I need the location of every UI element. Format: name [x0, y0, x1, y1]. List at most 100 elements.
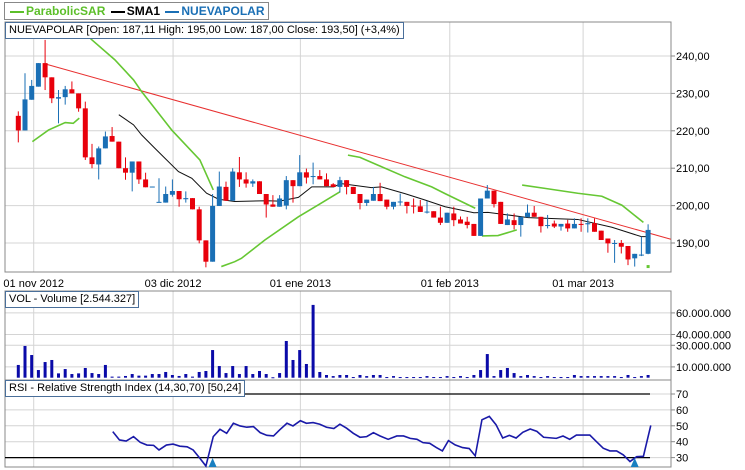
candle-body [290, 180, 296, 187]
volume-bar [70, 374, 74, 378]
volume-bar [36, 370, 40, 378]
candle [123, 157, 128, 180]
volume-bar [539, 377, 543, 379]
candle [565, 219, 571, 232]
price-tick-label: 220,00 [676, 126, 710, 138]
candle [35, 63, 41, 87]
legend-item-parabolic-sar[interactable]: ParabolicSAR [8, 4, 105, 18]
buy-signal-triangle-icon [208, 458, 217, 467]
volume-bar [445, 376, 449, 378]
candle-body [116, 141, 122, 169]
rsi-tick-label: 40 [676, 437, 688, 449]
x-tick-label: 01 mar 2013 [552, 278, 614, 290]
candle-body [203, 240, 209, 262]
volume-bar [512, 373, 516, 378]
volume-tick-label: 60.000.000 [676, 308, 731, 320]
volume-bar [284, 340, 288, 378]
candle-body [257, 181, 262, 195]
candle [109, 127, 115, 142]
candle [444, 212, 450, 223]
volume-bar [150, 374, 154, 378]
price-tick-label: 240,00 [676, 51, 710, 63]
candle-body [484, 190, 490, 199]
candle-body [76, 93, 82, 109]
volume-bar [633, 377, 637, 379]
candle-body [645, 229, 651, 254]
candle [618, 240, 624, 254]
candle-body [478, 198, 484, 236]
volume-bar [244, 366, 248, 378]
candle-body [384, 199, 390, 207]
candle-body [183, 198, 189, 200]
volume-bar [83, 367, 87, 378]
volume-bar [472, 375, 476, 378]
volume-bar [197, 371, 201, 378]
candle-body [136, 161, 142, 180]
volume-bar [237, 374, 241, 378]
gridlines [5, 22, 671, 467]
volume-bar [492, 376, 496, 378]
candle [458, 216, 463, 224]
candle-body [458, 219, 463, 224]
volume-bar [586, 376, 590, 378]
candle-body [143, 179, 149, 188]
candle [15, 111, 21, 143]
candle-body [196, 209, 202, 241]
candle [478, 198, 484, 236]
candle-body [632, 253, 638, 259]
volume-bar [298, 350, 302, 378]
volume-bar [613, 376, 617, 378]
volume-bar [191, 376, 194, 378]
volume-bar [579, 376, 583, 378]
volume-bar [90, 373, 94, 378]
candle [183, 191, 189, 203]
volume-bar [619, 377, 623, 379]
legend-item-sma1[interactable]: SMA1 [109, 4, 160, 18]
rsi-tick-label: 70 [676, 389, 688, 401]
candle [277, 195, 283, 207]
candle [645, 224, 651, 255]
candle [163, 186, 169, 203]
volume-bar [432, 377, 436, 379]
volume-bar [425, 376, 429, 378]
candle-body [504, 219, 510, 226]
volume-bar [258, 371, 261, 378]
volume-bar [465, 377, 469, 379]
candle-body [29, 85, 35, 100]
rsi-tick-label: 60 [676, 405, 688, 417]
candle [357, 194, 363, 210]
candle-body [565, 223, 571, 229]
candle-body [598, 230, 604, 241]
volume-bar [137, 375, 141, 378]
candle [437, 206, 443, 226]
candle [169, 179, 175, 197]
candle-body [123, 168, 128, 173]
price-tick-label: 200,00 [676, 201, 710, 213]
candle [598, 230, 604, 241]
volume-bar [177, 375, 181, 378]
candle [545, 214, 551, 229]
rsi-panel [5, 393, 652, 468]
candle-body [109, 136, 115, 142]
candle [203, 240, 209, 268]
legend-item-nuevapolar[interactable]: NUEVAPOLAR [163, 4, 265, 18]
candle-body [250, 181, 256, 184]
candle-body [216, 186, 222, 206]
sar-segment [31, 117, 80, 143]
volume-bar [452, 377, 456, 379]
candle-body [424, 211, 430, 213]
trendline [44, 63, 672, 240]
candle [471, 223, 477, 236]
candle-body [15, 115, 21, 131]
candle-body [545, 225, 551, 227]
candle-body [511, 220, 517, 226]
chart-legend: ParabolicSAR SMA1 NUEVAPOLAR [4, 2, 269, 20]
volume-bar [130, 374, 134, 378]
candle [625, 245, 631, 266]
candle [196, 206, 202, 244]
sma-swatch-icon [110, 10, 125, 13]
volume-bar [559, 377, 563, 379]
candle-body [35, 63, 41, 87]
volume-bar [97, 374, 101, 378]
panel-frames [4, 21, 672, 468]
